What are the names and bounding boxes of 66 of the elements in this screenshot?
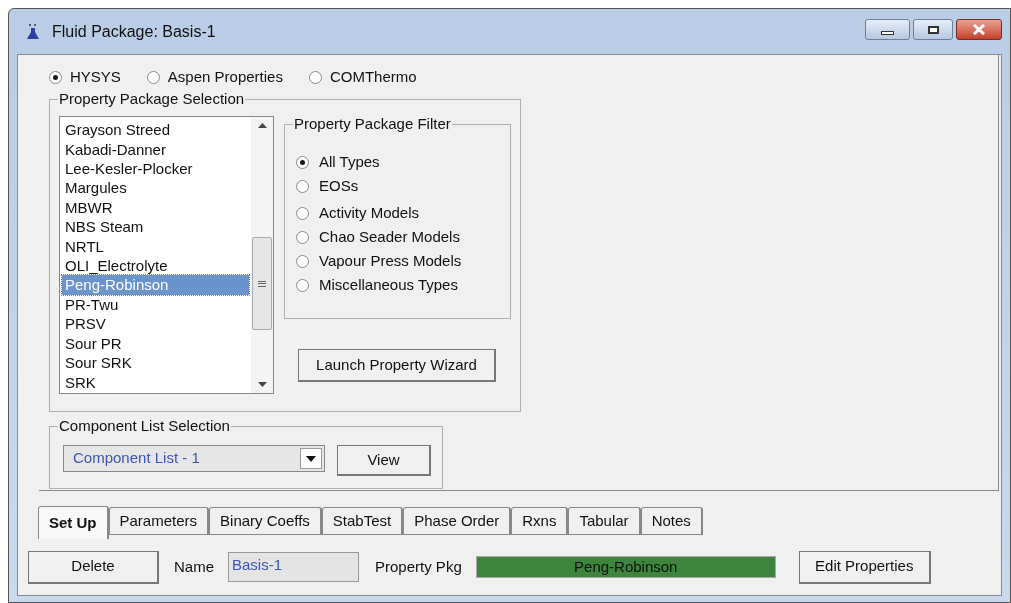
radio-button[interactable] (296, 254, 309, 268)
maximize-button[interactable] (913, 19, 953, 41)
list-item[interactable]: MBWR (62, 197, 249, 218)
list-item[interactable]: SRK (62, 372, 249, 392)
list-item[interactable]: PR-Twu (62, 294, 249, 315)
field-label: Name (174, 556, 214, 577)
radio-button[interactable] (49, 71, 62, 85)
radio-label: Aspen Properties (167, 67, 283, 88)
tab[interactable]: Tabular (568, 507, 641, 536)
radio-button[interactable] (296, 179, 309, 193)
view-button[interactable]: View (337, 445, 431, 477)
radio-label: Miscellaneous Types (319, 274, 458, 295)
scrollbar[interactable] (251, 117, 273, 394)
radio-label: HYSYS (70, 67, 121, 88)
scroll-down-icon (257, 382, 267, 388)
restore-icon (927, 25, 939, 34)
list-item[interactable]: Grayson Streed (62, 120, 249, 140)
caret-icon (306, 455, 316, 462)
radio-button[interactable] (296, 230, 309, 244)
scroll-up-icon (257, 123, 267, 129)
list-item[interactable]: NBS Steam (62, 217, 249, 237)
name-field[interactable]: Basis-1 (228, 552, 359, 583)
tab[interactable]: Notes (640, 507, 703, 536)
list-item[interactable]: OLI_Electrolyte (62, 256, 249, 276)
grip-icon (258, 280, 266, 287)
dropdown-button[interactable] (300, 448, 322, 470)
list-item[interactable]: NRTL (62, 236, 249, 257)
edit-properties-button[interactable]: Edit Properties (798, 550, 931, 584)
tab[interactable]: Set Up (38, 506, 109, 540)
radio-label: Vapour Press Models (319, 250, 462, 271)
list-item[interactable]: PRSV (62, 314, 249, 334)
radio-label: All Types (319, 151, 380, 172)
scroll-thumb[interactable] (252, 237, 272, 331)
tab[interactable]: Rxns (511, 507, 569, 536)
tab[interactable]: StabTest (321, 507, 404, 536)
list-item[interactable]: Margules (62, 178, 249, 198)
radio-label: EOSs (319, 175, 359, 196)
tab[interactable]: Parameters (108, 507, 210, 536)
wizard-button[interactable]: Launch Property Wizard (298, 349, 496, 383)
list-item[interactable]: Sour SRK (62, 353, 249, 373)
list-item[interactable]: Sour PR (62, 333, 249, 354)
radio-button[interactable] (146, 71, 160, 85)
radio-button[interactable] (296, 278, 309, 292)
package-value-field: Peng-Robinson (475, 556, 776, 579)
list-item[interactable]: Lee-Kesler-Plocker (62, 159, 249, 179)
minimize-button[interactable] (865, 19, 910, 41)
list-item[interactable]: Kabadi-Danner (62, 139, 249, 160)
window-title: Fluid Package: Basis-1 (52, 21, 216, 42)
close-icon (972, 24, 986, 36)
close-button[interactable] (956, 19, 1002, 41)
group-title: Property Package Filter (293, 115, 452, 134)
dropdown[interactable]: Component List - 1 (63, 445, 325, 473)
radio-button[interactable] (308, 71, 322, 85)
delete-button[interactable]: Delete (28, 550, 159, 584)
radio-label: COMThermo (329, 67, 417, 88)
radio-label: Chao Seader Models (319, 226, 460, 247)
group-title: Property Package Selection (58, 90, 246, 109)
radio-button[interactable] (296, 206, 309, 220)
radio-button[interactable] (296, 155, 309, 169)
minimize-icon (881, 30, 894, 35)
tab[interactable]: Binary Coeffs (209, 507, 322, 536)
flask-icon (26, 22, 40, 41)
tab[interactable]: Phase Order (403, 507, 512, 536)
field-label: Property Pkg (375, 556, 462, 577)
radio-label: Activity Models (319, 202, 420, 223)
group-title: Component List Selection (58, 417, 231, 436)
